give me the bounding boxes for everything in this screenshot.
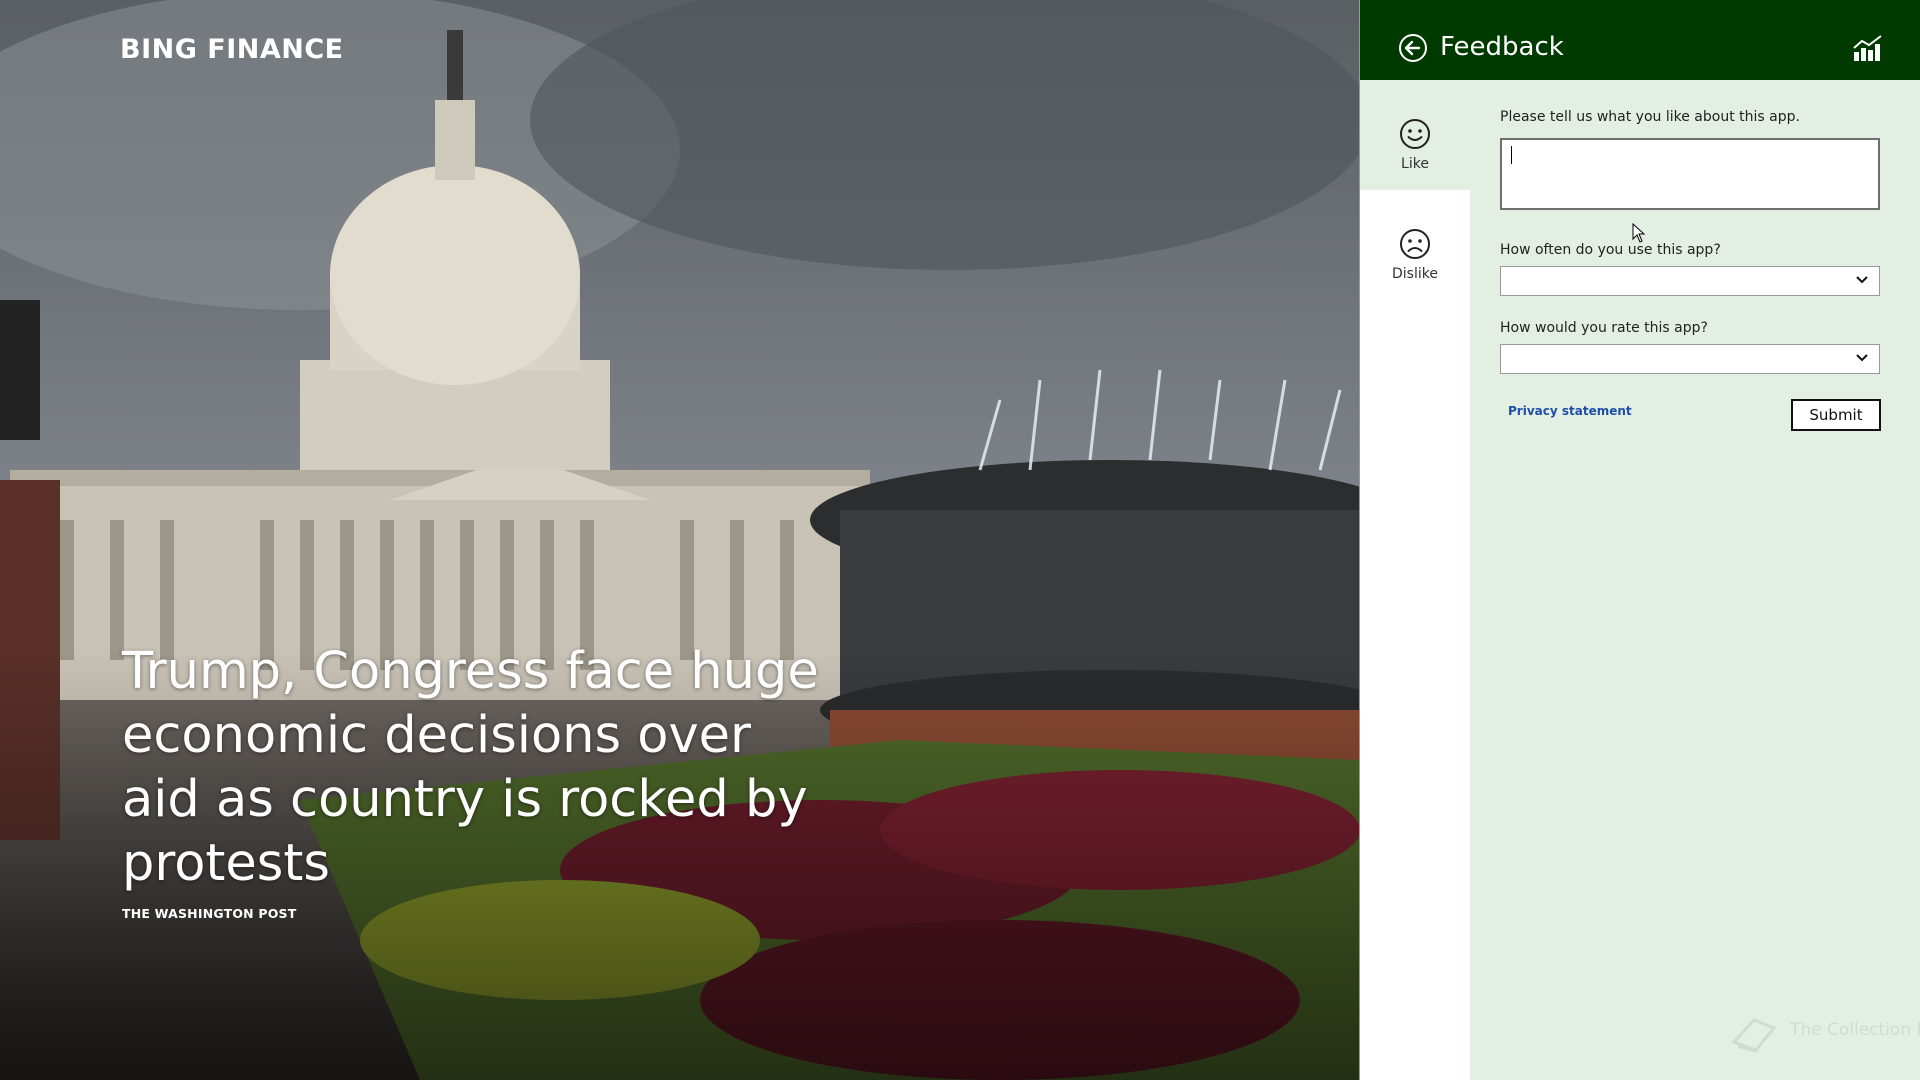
like-comment-field[interactable] [1500,138,1880,210]
finance-chart-icon [1853,35,1882,61]
submit-button[interactable]: Submit [1791,399,1881,431]
panel-header: Feedback [1360,0,1920,80]
chevron-down-icon [1856,276,1868,284]
headline[interactable]: Trump, Congress face huge economic decis… [122,640,842,896]
smiley-happy-icon [1400,119,1430,149]
panel-title: Feedback [1440,32,1564,62]
tab-like[interactable]: Like [1360,80,1470,190]
feedback-tabs: Like Dislike [1360,80,1470,1080]
tab-dislike[interactable]: Dislike [1360,190,1470,300]
watermark: The Collection Book [1790,1020,1920,1040]
rating-select[interactable] [1500,344,1880,374]
feedback-panel: Feedback Like Dislike Please tell us wha… [1359,0,1920,1080]
text-caret [1511,146,1512,164]
book-icon [1731,1018,1777,1052]
mouse-pointer-icon [1632,223,1646,243]
usage-question-label: How often do you use this app? [1500,242,1721,258]
app-title[interactable]: BING FINANCE [120,34,344,65]
tab-dislike-label: Dislike [1392,266,1438,282]
tab-like-label: Like [1401,156,1429,172]
like-question-label: Please tell us what you like about this … [1500,109,1800,125]
smiley-sad-icon [1400,229,1430,259]
usage-frequency-select[interactable] [1500,266,1880,296]
back-arrow-icon[interactable] [1398,33,1428,63]
headline-source: THE WASHINGTON POST [122,906,297,921]
feedback-form: Please tell us what you like about this … [1470,80,1920,1080]
hero-story[interactable]: BING FINANCE Trump, Congress face huge e… [0,0,1359,1080]
privacy-statement-link[interactable]: Privacy statement [1508,404,1632,418]
rating-question-label: How would you rate this app? [1500,320,1708,336]
chevron-down-icon [1856,354,1868,362]
